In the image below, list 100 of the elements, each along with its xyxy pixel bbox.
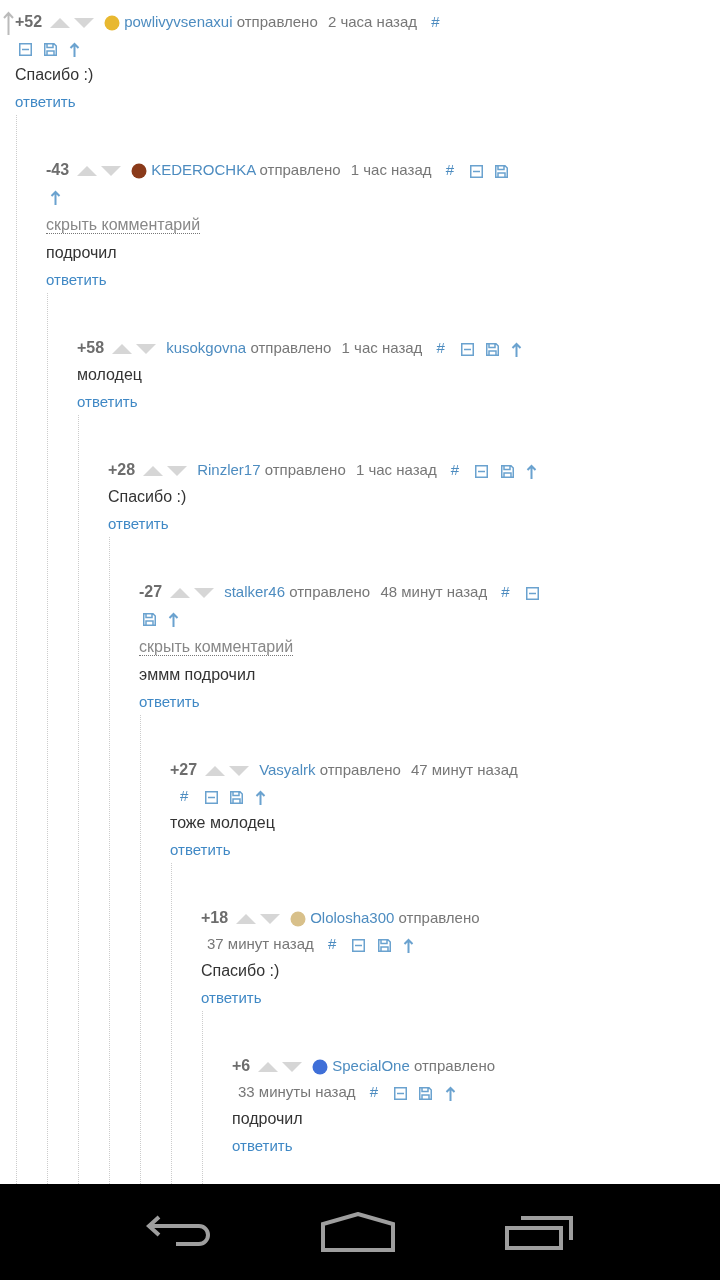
up-arrow-icon[interactable] [3, 11, 14, 36]
reply-link[interactable]: ответить [201, 989, 262, 1007]
username-link[interactable]: powlivyvsenaxui [124, 13, 233, 30]
save-icon[interactable] [419, 1086, 433, 1100]
comment-score: +58 [77, 339, 105, 357]
reply-link[interactable]: ответить [77, 393, 138, 411]
username-link[interactable]: Ololosha300 [310, 909, 395, 927]
sent-label: отправлено [259, 161, 341, 179]
sent-label: отправлено [264, 461, 346, 479]
anchor-link[interactable]: # [369, 1083, 379, 1101]
comment-score: +52 [15, 13, 43, 30]
comment-text: тоже молодец [170, 813, 276, 834]
anchor-link[interactable]: # [327, 935, 337, 953]
reply-link[interactable]: ответить [15, 93, 76, 111]
collapse-icon[interactable] [394, 1086, 408, 1100]
sent-label: отправлено [398, 909, 480, 927]
save-icon[interactable] [500, 464, 514, 478]
upvote-icon[interactable] [50, 18, 71, 29]
sent-label: отправлено [250, 339, 332, 357]
comment-score: -27 [139, 583, 163, 601]
comment-text: Спасибо :) [201, 961, 281, 982]
upvote-icon[interactable] [112, 344, 133, 355]
comment-text: подрочил [46, 243, 118, 264]
reply-link[interactable]: ответить [46, 271, 107, 289]
username-link[interactable]: Vasyalrk [259, 761, 316, 779]
sent-label: отправлено [414, 1057, 496, 1075]
username-link[interactable]: KEDEROCHKA [151, 161, 256, 179]
save-icon[interactable] [143, 612, 156, 626]
comment-text: Спасибо :) [108, 487, 188, 508]
comment-time: 1 час назад [341, 339, 423, 357]
up-arrow-icon[interactable] [444, 1085, 456, 1101]
collapse-icon[interactable] [475, 464, 489, 478]
reply-link[interactable]: ответить [108, 515, 169, 533]
comment-text: Спасибо :) [15, 65, 95, 86]
username-link[interactable]: Rinzler17 [197, 461, 261, 479]
username-link[interactable]: SpecialOne [332, 1057, 410, 1075]
anchor-link[interactable]: # [445, 161, 454, 179]
comment-text: подрочил [232, 1109, 304, 1130]
downvote-icon[interactable] [229, 766, 250, 777]
save-icon[interactable] [486, 342, 500, 356]
save-icon[interactable] [229, 790, 243, 804]
recent-apps-icon[interactable] [505, 1214, 575, 1250]
upvote-icon[interactable] [258, 1062, 279, 1073]
anchor-link[interactable]: # [436, 339, 445, 357]
upvote-icon[interactable] [236, 914, 257, 925]
up-arrow-icon[interactable] [511, 341, 523, 357]
downvote-icon[interactable] [282, 1062, 303, 1073]
comment-text: эммм подрочил [139, 665, 257, 686]
collapse-icon[interactable] [352, 938, 366, 952]
username-link[interactable]: kusokgovna [166, 339, 247, 357]
comment-time: 37 минут назад [207, 935, 314, 953]
reply-link[interactable]: ответить [170, 841, 231, 859]
up-arrow-icon[interactable] [402, 937, 414, 953]
collapse-icon[interactable] [525, 586, 539, 600]
downvote-icon[interactable] [260, 914, 281, 925]
comment-score: +18 [201, 909, 229, 927]
anchor-link[interactable]: # [431, 13, 440, 30]
comment-score: +28 [108, 461, 136, 479]
downvote-icon[interactable] [101, 166, 122, 177]
comment-score: +6 [232, 1057, 251, 1075]
collapse-icon[interactable] [204, 790, 218, 804]
comment-time: 1 час назад [355, 461, 437, 479]
sent-label: отправлено [236, 13, 318, 30]
anchor-link[interactable]: # [501, 583, 510, 601]
hide-comment-link[interactable]: скрыть комментарий [46, 216, 201, 235]
collapse-icon[interactable] [470, 164, 484, 178]
comment-score: -43 [46, 161, 70, 179]
upvote-icon[interactable] [170, 588, 191, 599]
up-arrow-icon[interactable] [168, 611, 180, 627]
comment-score: +27 [170, 761, 198, 779]
anchor-link[interactable]: # [450, 461, 460, 479]
upvote-icon[interactable] [77, 166, 98, 177]
up-arrow-icon[interactable] [50, 189, 61, 205]
downvote-icon[interactable] [136, 344, 157, 355]
downvote-icon[interactable] [74, 18, 95, 29]
sent-label: отправлено [289, 583, 371, 601]
up-arrow-icon[interactable] [254, 789, 266, 805]
collapse-icon[interactable] [19, 42, 32, 56]
comment-time: 2 часа назад [327, 13, 418, 30]
comment-time: 33 минуты назад [238, 1083, 356, 1101]
downvote-icon[interactable] [167, 466, 188, 477]
comment-time: 48 минут назад [380, 583, 488, 601]
upvote-icon[interactable] [205, 766, 226, 777]
save-icon[interactable] [495, 164, 509, 178]
save-icon[interactable] [44, 42, 58, 56]
anchor-link[interactable]: # [180, 787, 189, 805]
home-icon[interactable] [321, 1212, 395, 1252]
up-arrow-icon[interactable] [525, 463, 537, 479]
hide-comment-link[interactable]: скрыть комментарий [139, 638, 294, 657]
comment-time: 1 час назад [350, 161, 432, 179]
save-icon[interactable] [377, 938, 391, 952]
up-arrow-icon[interactable] [69, 41, 81, 57]
upvote-icon[interactable] [143, 466, 164, 477]
collapse-icon[interactable] [461, 342, 475, 356]
username-link[interactable]: stalker46 [224, 583, 285, 601]
comment-time: 47 минут назад [410, 761, 518, 779]
comment-text: молодец [77, 365, 143, 386]
reply-link[interactable]: ответить [232, 1137, 293, 1155]
downvote-icon[interactable] [194, 588, 215, 599]
reply-link[interactable]: ответить [139, 693, 200, 711]
